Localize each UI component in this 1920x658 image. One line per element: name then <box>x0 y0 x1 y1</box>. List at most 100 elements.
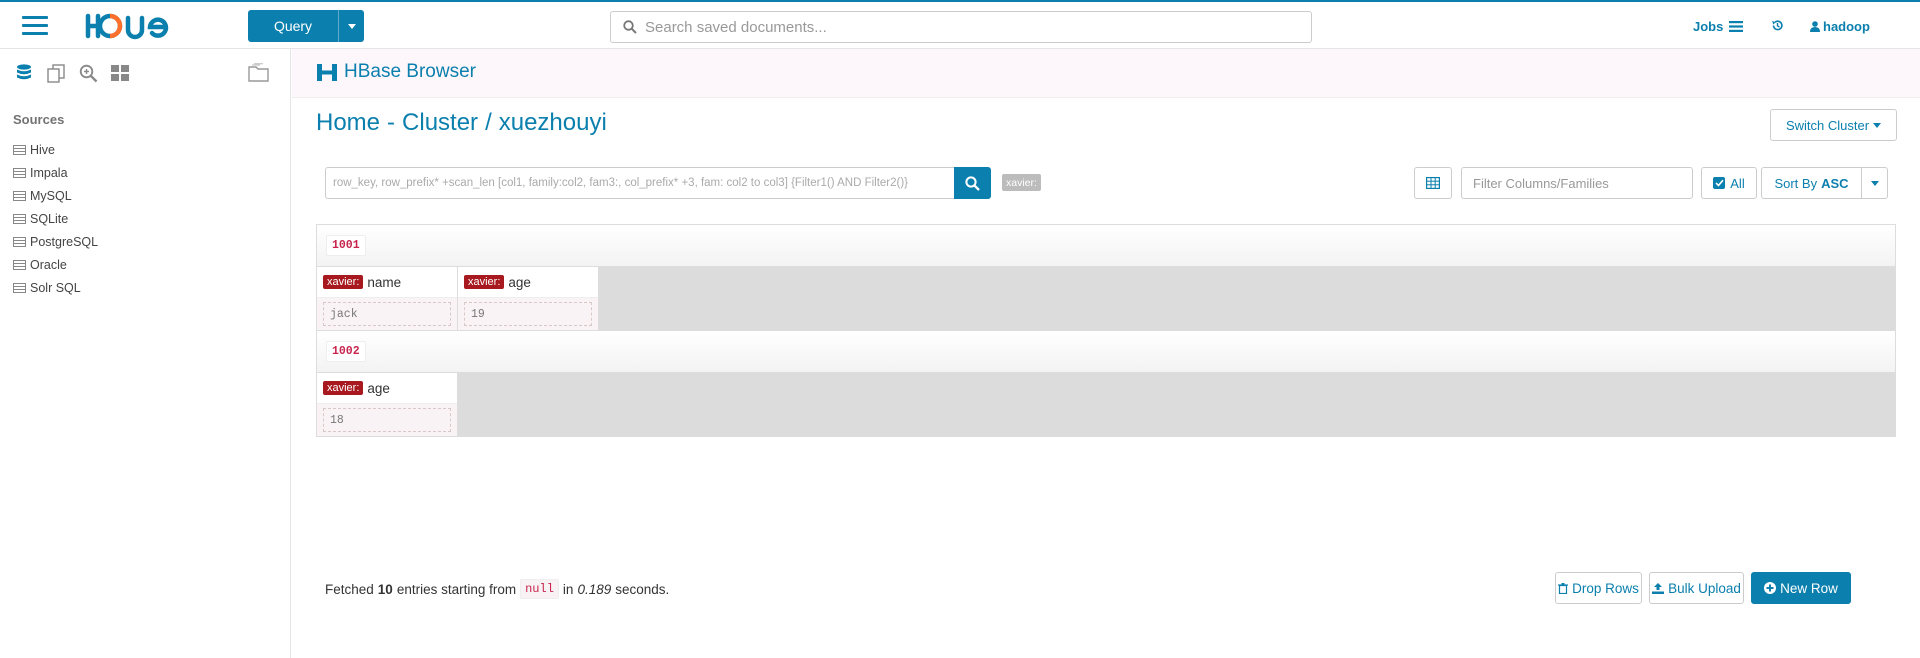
query-button-label[interactable]: Query <box>248 10 338 42</box>
source-label[interactable]: Oracle <box>30 258 67 272</box>
sort-value[interactable]: ASC <box>1821 176 1848 191</box>
column-name: age <box>367 380 390 396</box>
bulk-upload-label[interactable]: Bulk Upload <box>1668 581 1741 596</box>
hbase-icon <box>317 64 337 81</box>
query-dropdown-toggle[interactable] <box>338 10 364 42</box>
source-item-impala[interactable]: Impala <box>13 161 98 184</box>
history-button[interactable] <box>1771 19 1784 32</box>
fetch-seconds-value: 0.189 <box>577 581 612 597</box>
table-icon <box>13 236 26 247</box>
table-grid-icon <box>1426 177 1440 189</box>
cell: xavier: name jack <box>317 267 458 330</box>
cell-header[interactable]: xavier: age <box>317 373 457 404</box>
column-family-badge[interactable]: xavier: <box>1002 174 1041 191</box>
grid-apps-icon[interactable] <box>110 63 130 83</box>
documents-icon[interactable] <box>46 63 66 83</box>
source-item-postgresql[interactable]: PostgreSQL <box>13 230 98 253</box>
breadcrumb-cluster[interactable]: Cluster <box>402 109 478 137</box>
cell-value[interactable]: 19 <box>464 302 592 326</box>
sort-button[interactable]: Sort By ASC <box>1761 167 1862 199</box>
grid-view-toggle[interactable] <box>1414 167 1452 199</box>
left-assist-panel: Sources Hive Impala MySQL SQLite Postgre… <box>0 49 291 658</box>
new-row-button[interactable]: New Row <box>1751 572 1851 604</box>
source-label[interactable]: Solr SQL <box>30 281 81 295</box>
user-name[interactable]: hadoop <box>1823 19 1870 34</box>
jobs-link[interactable]: Jobs <box>1693 19 1744 34</box>
breadcrumb-table[interactable]: xuezhouyi <box>499 109 607 137</box>
rows-table: 1001 xavier: name jack xavier: age 19 10… <box>316 224 1896 437</box>
source-label[interactable]: PostgreSQL <box>30 235 98 249</box>
hbase-row: 1001 xavier: name jack xavier: age 19 <box>317 225 1895 331</box>
sort-label[interactable]: Sort By <box>1774 176 1817 191</box>
hbase-row: 1002 xavier: age 18 <box>317 331 1895 436</box>
row-search-button[interactable] <box>954 167 991 199</box>
caret-down-icon <box>1870 180 1879 186</box>
row-key[interactable]: 1001 <box>326 235 366 256</box>
checkbox-checked-icon <box>1713 177 1726 189</box>
search-assist-icon[interactable] <box>78 63 98 83</box>
row-key-bar: 1001 <box>317 225 1895 267</box>
caret-down-icon <box>1873 122 1882 128</box>
column-name: name <box>367 274 402 290</box>
row-search-box[interactable] <box>325 167 955 199</box>
main-content: HBase Browser Home - Cluster / xuezhouyi… <box>292 49 1920 658</box>
new-row-label[interactable]: New Row <box>1780 581 1838 596</box>
top-navbar: Query Jobs hadoop <box>0 0 1920 49</box>
cell-value[interactable]: jack <box>323 302 451 326</box>
folder-open-icon[interactable] <box>248 63 270 83</box>
jobs-label[interactable]: Jobs <box>1693 19 1723 34</box>
table-icon <box>13 282 26 293</box>
drop-rows-button[interactable]: Drop Rows <box>1555 572 1642 604</box>
source-label[interactable]: MySQL <box>30 189 72 203</box>
fetch-start-key: null <box>520 579 559 599</box>
source-item-hive[interactable]: Hive <box>13 138 98 161</box>
hamburger-menu-icon[interactable] <box>22 16 48 36</box>
trash-icon <box>1558 582 1569 594</box>
table-icon <box>13 144 26 155</box>
sort-dropdown-toggle[interactable] <box>1861 167 1888 199</box>
search-icon <box>623 20 637 34</box>
breadcrumb-separator: / <box>485 109 492 136</box>
column-name: age <box>508 274 531 290</box>
cell-header[interactable]: xavier: age <box>458 267 598 298</box>
row-cells: xavier: age 18 <box>317 373 1895 436</box>
column-family-tag: xavier: <box>323 275 364 289</box>
column-family-tag: xavier: <box>323 381 364 395</box>
source-item-sqlite[interactable]: SQLite <box>13 207 98 230</box>
source-label[interactable]: Impala <box>30 166 68 180</box>
fetch-mid: entries starting from <box>396 581 517 597</box>
cell: xavier: age 19 <box>458 267 599 330</box>
cell-header[interactable]: xavier: name <box>317 267 457 298</box>
search-icon <box>965 175 980 191</box>
filter-columns-input[interactable] <box>1473 175 1683 191</box>
caret-down-icon <box>347 23 356 29</box>
global-search-input[interactable] <box>645 18 1285 36</box>
breadcrumb-home[interactable]: Home <box>316 109 380 137</box>
switch-cluster-label[interactable]: Switch Cluster <box>1786 118 1869 133</box>
source-label[interactable]: SQLite <box>30 212 68 226</box>
hue-logo[interactable] <box>84 10 184 42</box>
row-search-input[interactable] <box>333 177 943 189</box>
app-header: HBase Browser <box>292 49 1920 98</box>
fetch-prefix: Fetched <box>325 581 374 597</box>
jobs-list-icon <box>1729 21 1744 32</box>
cell-value[interactable]: 18 <box>323 408 451 432</box>
user-menu[interactable]: hadoop <box>1810 19 1870 34</box>
source-item-mysql[interactable]: MySQL <box>13 184 98 207</box>
bulk-upload-button[interactable]: Bulk Upload <box>1649 572 1744 604</box>
select-all-button[interactable]: All <box>1701 167 1757 199</box>
table-icon <box>13 259 26 270</box>
query-button[interactable]: Query <box>248 10 364 42</box>
switch-cluster-button[interactable]: Switch Cluster <box>1770 109 1897 141</box>
drop-rows-label[interactable]: Drop Rows <box>1572 581 1639 596</box>
source-item-solr-sql[interactable]: Solr SQL <box>13 276 98 299</box>
source-label[interactable]: Hive <box>30 143 55 157</box>
select-all-label[interactable]: All <box>1730 176 1744 191</box>
fetch-count: 10 <box>377 581 393 597</box>
global-search-box[interactable] <box>610 11 1312 43</box>
source-item-oracle[interactable]: Oracle <box>13 253 98 276</box>
database-icon[interactable] <box>14 63 34 83</box>
filter-columns-box[interactable] <box>1461 167 1693 199</box>
breadcrumb: Home - Cluster / xuezhouyi <box>316 109 607 137</box>
row-key[interactable]: 1002 <box>326 341 366 362</box>
